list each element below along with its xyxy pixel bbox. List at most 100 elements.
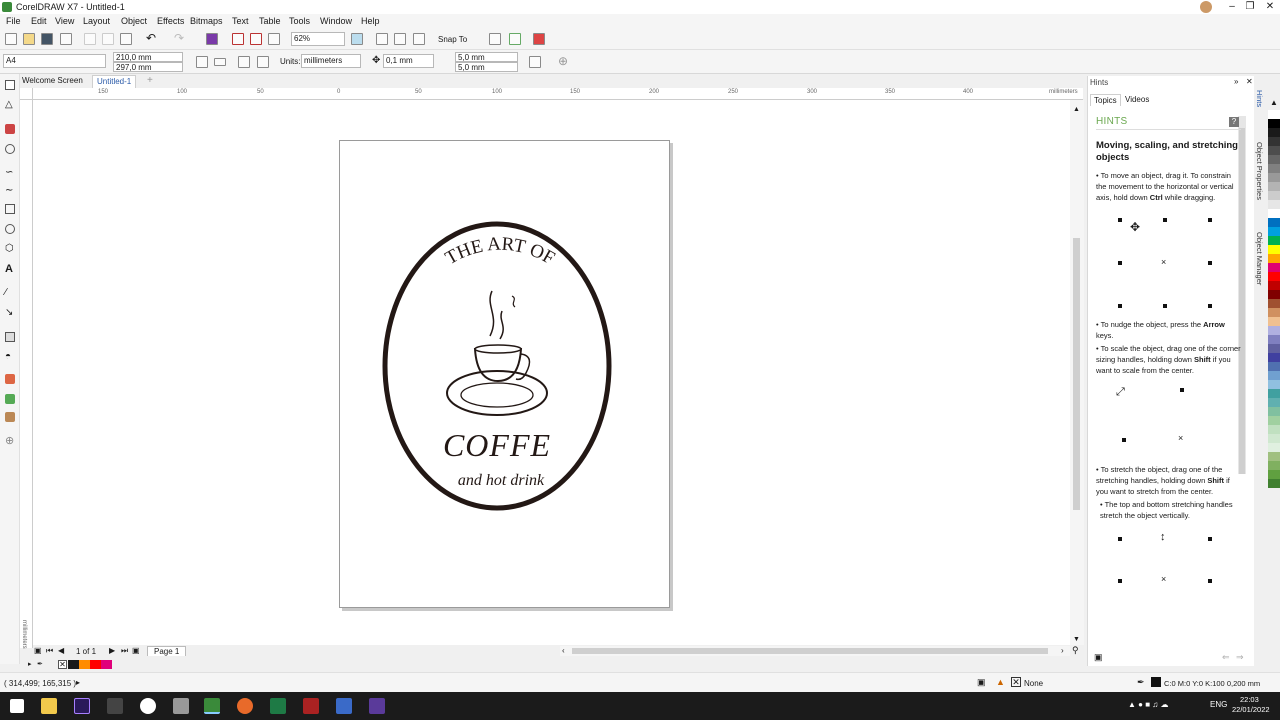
landscape-icon[interactable]	[214, 58, 226, 66]
tab-welcome-screen[interactable]: Welcome Screen	[18, 75, 87, 88]
palette-scroll-up-icon[interactable]: ▲	[1268, 98, 1280, 110]
add-page-before-icon[interactable]: ▣	[34, 646, 42, 655]
hints-home-icon[interactable]: ▣	[1094, 652, 1103, 663]
excel-icon[interactable]	[270, 698, 286, 714]
duplicate-y-field[interactable]: 5,0 mm	[455, 62, 518, 72]
scroll-up-icon[interactable]: ▲	[1073, 106, 1080, 113]
add-page-after-icon[interactable]: ▣	[132, 646, 140, 655]
document-color-swatch[interactable]	[101, 660, 112, 669]
color-swatch[interactable]	[1268, 164, 1280, 173]
add-tool-icon[interactable]: ⊕	[5, 436, 15, 447]
current-page-icon[interactable]	[257, 56, 269, 68]
hints-back-icon[interactable]: ⇐	[1222, 652, 1230, 663]
color-swatch[interactable]	[1268, 344, 1280, 353]
color-swatch[interactable]	[1268, 137, 1280, 146]
smart-fill-icon[interactable]	[5, 412, 15, 422]
open-icon[interactable]	[23, 33, 35, 45]
docker-collapse-icon[interactable]: »	[1234, 77, 1238, 86]
outline-color-swatch[interactable]	[1151, 677, 1161, 687]
status-flyout-icon[interactable]: ▸	[76, 678, 80, 687]
search-content-icon[interactable]	[206, 33, 218, 45]
menu-effects[interactable]: Effects	[157, 16, 184, 26]
palette-flyout-icon[interactable]: ▸	[28, 660, 32, 668]
color-swatch[interactable]	[1268, 308, 1280, 317]
menu-view[interactable]: View	[55, 16, 74, 26]
color-eyedropper-icon[interactable]	[5, 374, 15, 384]
language-indicator[interactable]: ENG	[1210, 700, 1227, 709]
publish-pdf-icon[interactable]	[268, 33, 280, 45]
color-swatch[interactable]	[1268, 155, 1280, 164]
color-swatch[interactable]	[1268, 371, 1280, 380]
menu-edit[interactable]: Edit	[31, 16, 47, 26]
transparency-icon[interactable]: ◓	[5, 352, 15, 362]
ellipse-tool-icon[interactable]	[5, 224, 15, 234]
scroll-down-icon[interactable]: ▼	[1073, 636, 1080, 643]
color-swatch[interactable]	[1268, 173, 1280, 182]
crop-tool-icon[interactable]	[5, 124, 15, 134]
color-swatch[interactable]	[1268, 452, 1280, 461]
no-fill-icon[interactable]: ✕	[1011, 677, 1021, 687]
color-swatch[interactable]	[1268, 326, 1280, 335]
color-swatch[interactable]	[1268, 263, 1280, 272]
color-swatch[interactable]	[1268, 281, 1280, 290]
docker-tab-hints[interactable]: Hints	[1255, 90, 1264, 107]
color-swatch[interactable]	[1268, 119, 1280, 128]
clock-date[interactable]: 22/01/2022	[1232, 705, 1270, 714]
firefox-icon[interactable]	[237, 698, 253, 714]
all-pages-icon[interactable]	[238, 56, 250, 68]
start-icon[interactable]	[10, 699, 24, 713]
app-purple-icon[interactable]	[369, 698, 385, 714]
color-swatch[interactable]	[1268, 407, 1280, 416]
portrait-icon[interactable]	[196, 56, 208, 68]
color-swatch[interactable]	[1268, 146, 1280, 155]
document-page[interactable]: THE ART OF COFFE and hot drink	[339, 140, 670, 608]
welcome-screen-icon[interactable]	[533, 33, 545, 45]
color-swatch[interactable]	[1268, 335, 1280, 344]
vertical-scrollbar[interactable]: ▲ ▼	[1070, 100, 1084, 645]
docker-tab-object-properties[interactable]: Object Properties	[1255, 142, 1264, 200]
vertical-ruler[interactable]: millimeters	[20, 100, 33, 649]
add-icon[interactable]: ⊕	[558, 54, 568, 68]
tab-untitled-1[interactable]: Untitled-1	[92, 75, 137, 88]
freehand-tool-icon[interactable]: ∽	[5, 168, 15, 178]
page-size-select[interactable]: A4	[3, 54, 106, 68]
new-icon[interactable]	[5, 33, 17, 45]
undo-icon[interactable]: ↶	[146, 31, 156, 45]
menu-tools[interactable]: Tools	[289, 16, 310, 26]
page-tab[interactable]: Page 1	[147, 646, 187, 656]
color-swatch[interactable]	[1268, 110, 1280, 119]
app-launcher-icon[interactable]	[509, 33, 521, 45]
color-swatch[interactable]	[1268, 434, 1280, 443]
docker-close-icon[interactable]: ✕	[1246, 77, 1253, 86]
color-swatch[interactable]	[1268, 317, 1280, 326]
scroll-right-icon[interactable]: ›	[1061, 646, 1064, 655]
redo-icon[interactable]: ↷	[174, 31, 184, 45]
color-swatch[interactable]	[1268, 398, 1280, 407]
utility-app-icon[interactable]	[173, 698, 189, 714]
user-avatar-icon[interactable]	[1200, 1, 1212, 13]
next-page-icon[interactable]: ▶	[109, 646, 115, 655]
color-swatch[interactable]	[1268, 425, 1280, 434]
color-swatch[interactable]	[1268, 272, 1280, 281]
interactive-fill-icon[interactable]	[5, 394, 15, 404]
tab-topics[interactable]: Topics	[1090, 94, 1121, 106]
hints-forward-icon[interactable]: ⇒	[1236, 652, 1244, 663]
app-blue-icon[interactable]	[336, 698, 352, 714]
scroll-left-icon[interactable]: ‹	[562, 646, 565, 655]
clock-time[interactable]: 22:03	[1240, 695, 1259, 704]
color-swatch[interactable]	[1268, 353, 1280, 362]
menu-object[interactable]: Object	[121, 16, 147, 26]
units-select[interactable]: millimeters	[301, 54, 361, 68]
menu-help[interactable]: Help	[361, 16, 380, 26]
pick-tool-icon[interactable]	[5, 80, 15, 90]
color-swatch[interactable]	[1268, 245, 1280, 254]
color-swatch[interactable]	[1268, 182, 1280, 191]
menu-layout[interactable]: Layout	[83, 16, 110, 26]
treat-as-filled-icon[interactable]	[529, 56, 541, 68]
restore-button[interactable]: ❐	[1240, 0, 1260, 14]
menu-window[interactable]: Window	[320, 16, 352, 26]
docker-tab-object-manager[interactable]: Object Manager	[1255, 232, 1264, 285]
first-page-icon[interactable]: ⏮	[46, 646, 53, 656]
color-swatch[interactable]	[1268, 479, 1280, 488]
rulers-icon[interactable]	[394, 33, 406, 45]
